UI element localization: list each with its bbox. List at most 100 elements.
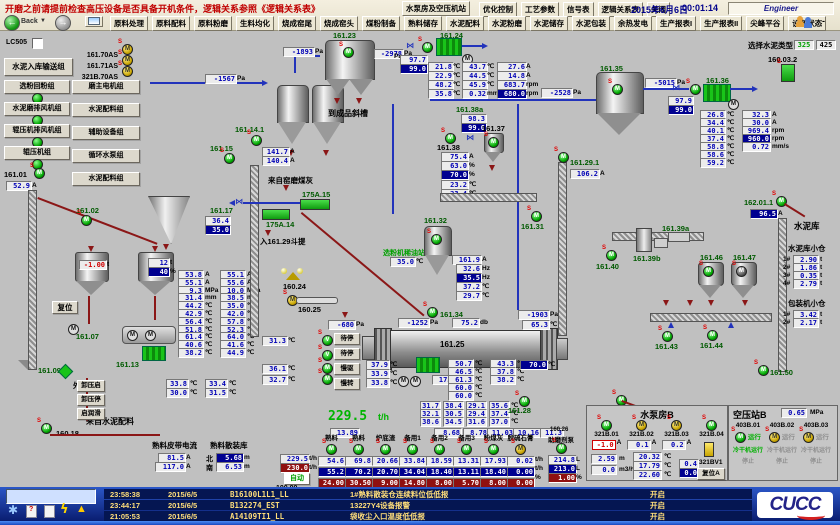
motor-status-icon[interactable]: M: [343, 47, 354, 58]
nav-button[interactable]: 余热发电: [614, 16, 652, 31]
setpoint-box[interactable]: 70.0: [441, 170, 469, 180]
motor-status-icon[interactable]: M: [427, 307, 438, 318]
minus-label[interactable]: -: [822, 16, 825, 26]
nav-button[interactable]: 烧成窑尾: [278, 16, 316, 31]
auto-mode-button[interactable]: 自动: [284, 473, 310, 485]
valve-sp-box[interactable]: 0.0: [679, 468, 699, 478]
press-button[interactable]: 启润滑: [77, 408, 105, 420]
screenshot-icon[interactable]: [85, 16, 103, 27]
pump-motor-icon[interactable]: M: [601, 420, 612, 431]
motor-status-icon[interactable]: M: [34, 168, 45, 179]
system-button[interactable]: 优化控制: [479, 2, 517, 17]
alarm-row[interactable]: 23:44:17 2015/6/5 B132274_EST 13227Y4设备报…: [104, 500, 752, 510]
compressor-motor-icon[interactable]: M: [769, 432, 780, 443]
system-button[interactable]: 信号表: [563, 2, 594, 17]
compressor-motor-icon[interactable]: M: [803, 432, 814, 443]
motor-status-icon[interactable]: M: [703, 266, 714, 277]
feed-setpoint-box[interactable]: 20.70: [372, 467, 400, 477]
valve-icon[interactable]: ⋈: [235, 198, 243, 206]
nav-button[interactable]: 原料配料: [152, 16, 190, 31]
feeder-motor-icon[interactable]: M: [326, 444, 337, 455]
motor-status-icon[interactable]: M: [122, 44, 133, 55]
motor-status-icon[interactable]: V: [322, 335, 333, 346]
feeder-motor-icon[interactable]: M: [461, 444, 472, 455]
lc-checkbox[interactable]: [32, 38, 43, 49]
valve-icon[interactable]: ⋈: [466, 134, 474, 142]
feed-setpoint-box[interactable]: 0.00: [507, 467, 535, 477]
nav-button[interactable]: 原料粉磨: [194, 16, 232, 31]
motor-status-icon[interactable]: V: [322, 350, 333, 361]
nav-button[interactable]: 水泥配料: [446, 16, 484, 31]
alarm-row[interactable]: 23:58:38 2015/6/5 B16100L1L1_LL 1#熟料散装仓连…: [104, 489, 752, 499]
group-button[interactable]: 辊压机排风机组: [4, 124, 70, 138]
press-button[interactable]: 卸压停: [77, 394, 105, 406]
warning-triangle-icon[interactable]: ▲: [76, 503, 87, 515]
motor-status-icon[interactable]: M: [41, 423, 52, 434]
motor-status-icon[interactable]: M: [251, 135, 262, 146]
back-label[interactable]: Back: [21, 18, 38, 25]
feeder-motor-icon[interactable]: M: [556, 443, 567, 454]
feeder-motor-icon[interactable]: M: [488, 444, 499, 455]
nav-button[interactable]: 生产报表II: [700, 16, 742, 31]
mill-mode-button[interactable]: 待停: [334, 348, 360, 360]
setpoint-box[interactable]: 99.0: [400, 64, 428, 74]
feed-setpoint-box[interactable]: 18.40: [426, 467, 454, 477]
ratio-box[interactable]: 1.00: [548, 473, 577, 483]
nav-button[interactable]: 熟料储存: [404, 16, 442, 31]
nav-button[interactable]: 煤粉制备: [362, 16, 400, 31]
mill-mode-button[interactable]: 慢驱: [334, 363, 360, 375]
feeder-motor-icon[interactable]: M: [407, 444, 418, 455]
alarm-row[interactable]: 21:05:53 2015/6/5 A14109TI1_LL 袋收尘入口温度低低…: [104, 511, 752, 521]
group-button-cement-store[interactable]: 水泥入库输送组: [4, 58, 73, 76]
back-icon[interactable]: ←: [4, 15, 20, 31]
hopper-setpoint-box[interactable]: 40: [148, 267, 170, 277]
feed-setpoint-box[interactable]: 70.2: [345, 467, 373, 477]
reset-button[interactable]: 复位: [52, 301, 78, 314]
group-button[interactable]: 水泥配料组: [72, 172, 140, 186]
pump-motor-icon[interactable]: M: [706, 420, 717, 431]
nav-button[interactable]: 水泥粉磨: [488, 16, 526, 31]
mill-mode-button[interactable]: 待停: [334, 333, 360, 345]
motor-status-icon[interactable]: M: [662, 331, 673, 342]
setpoint-box[interactable]: 680.0: [497, 89, 527, 99]
feed-setpoint-box[interactable]: 34.04: [399, 467, 427, 477]
snowflake-icon[interactable]: ✱: [8, 503, 18, 517]
back-dropdown-icon[interactable]: ▼: [40, 18, 46, 24]
motor-status-icon[interactable]: M: [431, 234, 442, 245]
setpoint-box[interactable]: 70.0: [520, 360, 548, 370]
feeder-motor-icon[interactable]: M: [515, 444, 526, 455]
motor-status-icon[interactable]: M: [736, 266, 747, 277]
nav-button[interactable]: 水泥包装: [572, 16, 610, 31]
motor-status-icon[interactable]: M: [606, 250, 617, 261]
nav-button[interactable]: 生产报表I: [656, 16, 696, 31]
valve-icon[interactable]: ⋈: [672, 84, 680, 92]
motor-status-icon[interactable]: M: [224, 153, 235, 164]
total-setpoint-box[interactable]: 230.0: [280, 463, 310, 473]
motor-status-icon[interactable]: M: [707, 330, 718, 341]
feeder-motor-icon[interactable]: M: [380, 444, 391, 455]
motor-status-icon[interactable]: M: [322, 374, 333, 385]
nav-button[interactable]: 水泥储存: [530, 16, 568, 31]
gate-icon[interactable]: [781, 64, 795, 82]
reset-a-button[interactable]: 复位A: [697, 468, 725, 480]
pump-motor-icon[interactable]: M: [636, 420, 647, 431]
motor-status-icon[interactable]: M: [612, 84, 623, 95]
cement-type-425-button[interactable]: 425: [816, 40, 836, 50]
alarm-filter-input[interactable]: [6, 489, 96, 504]
motor-status-icon[interactable]: M: [690, 84, 701, 95]
nav-button[interactable]: 原料处理: [110, 16, 148, 31]
feeder-motor-icon[interactable]: M: [353, 444, 364, 455]
feed-setpoint-box[interactable]: 55.2: [318, 467, 346, 477]
motor-status-icon[interactable]: M: [531, 211, 542, 222]
feeder-motor-icon[interactable]: M: [434, 444, 445, 455]
group-button[interactable]: 选粉回粉组: [4, 80, 70, 94]
feed-setpoint-box[interactable]: 13.11: [453, 467, 481, 477]
motor-status-icon[interactable]: M: [322, 363, 333, 374]
motor-status-icon[interactable]: M: [81, 215, 92, 226]
nav-button[interactable]: 尖峰平谷: [746, 16, 784, 31]
document-help-icon[interactable]: ?: [26, 505, 37, 518]
group-button[interactable]: 水泥磨排风机组: [4, 102, 70, 116]
pump-motor-icon[interactable]: M: [671, 420, 682, 431]
setpoint-box[interactable]: 35.0: [205, 225, 231, 235]
users-icon[interactable]: [796, 16, 814, 28]
